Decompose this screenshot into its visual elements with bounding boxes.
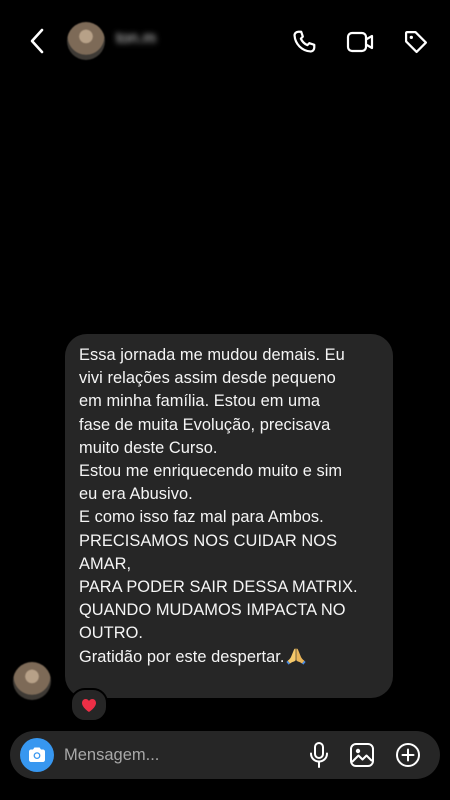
back-button[interactable]: [22, 26, 52, 56]
message-line: PARA PODER SAIR DESSA MATRIX.: [79, 578, 358, 597]
camera-icon: [29, 747, 45, 762]
message-line: muito deste Curso.: [79, 438, 218, 457]
chat-header: ton.m: [0, 0, 450, 84]
voice-message-button[interactable]: [304, 740, 334, 770]
contact-name[interactable]: ton.m: [116, 30, 156, 48]
message-input[interactable]: [64, 741, 294, 769]
video-camera-icon: [346, 31, 374, 53]
plus-circle-icon: [396, 743, 420, 767]
call-button[interactable]: [288, 26, 320, 58]
message-line: eu era Abusivo.: [79, 485, 193, 504]
heart-icon: [82, 698, 96, 712]
message-line-text: Gratidão por este despertar.: [79, 647, 285, 666]
more-options-button[interactable]: [393, 740, 423, 770]
heart-reaction[interactable]: [70, 688, 108, 722]
message-bubble[interactable]: Essa jornada me mudou demais. Eu vivi re…: [65, 334, 393, 698]
chevron-left-icon: [30, 28, 44, 54]
camera-button[interactable]: [20, 738, 54, 772]
message-last-line: Gratidão por este despertar.: [79, 646, 381, 669]
contact-avatar[interactable]: [67, 22, 105, 60]
sender-avatar[interactable]: [13, 662, 51, 700]
gallery-button[interactable]: [347, 740, 377, 770]
phone-icon: [293, 30, 316, 53]
tag-icon: [404, 30, 428, 54]
message-line: em minha família. Estou em uma: [79, 392, 321, 411]
video-call-button[interactable]: [344, 26, 376, 58]
message-line: QUANDO MUDAMOS IMPACTA NO: [79, 601, 346, 620]
message-composer: [10, 731, 440, 779]
tag-button[interactable]: [400, 26, 432, 58]
message-line: Essa jornada me mudou demais. Eu: [79, 346, 345, 364]
message-line: fase de muita Evolução, precisava: [79, 415, 331, 434]
microphone-icon: [310, 742, 328, 768]
folded-hands-emoji: [285, 647, 306, 665]
message-line: PRECISAMOS NOS CUIDAR NOS: [79, 531, 338, 550]
message-line: vivi relações assim desde pequeno: [79, 369, 336, 388]
message-line: Estou me enriquecendo muito e sim: [79, 462, 343, 481]
message-line: AMAR,: [79, 554, 132, 573]
message-line: E como isso faz mal para Ambos.: [79, 508, 324, 527]
message-line: OUTRO.: [79, 624, 144, 643]
image-icon: [350, 743, 374, 767]
